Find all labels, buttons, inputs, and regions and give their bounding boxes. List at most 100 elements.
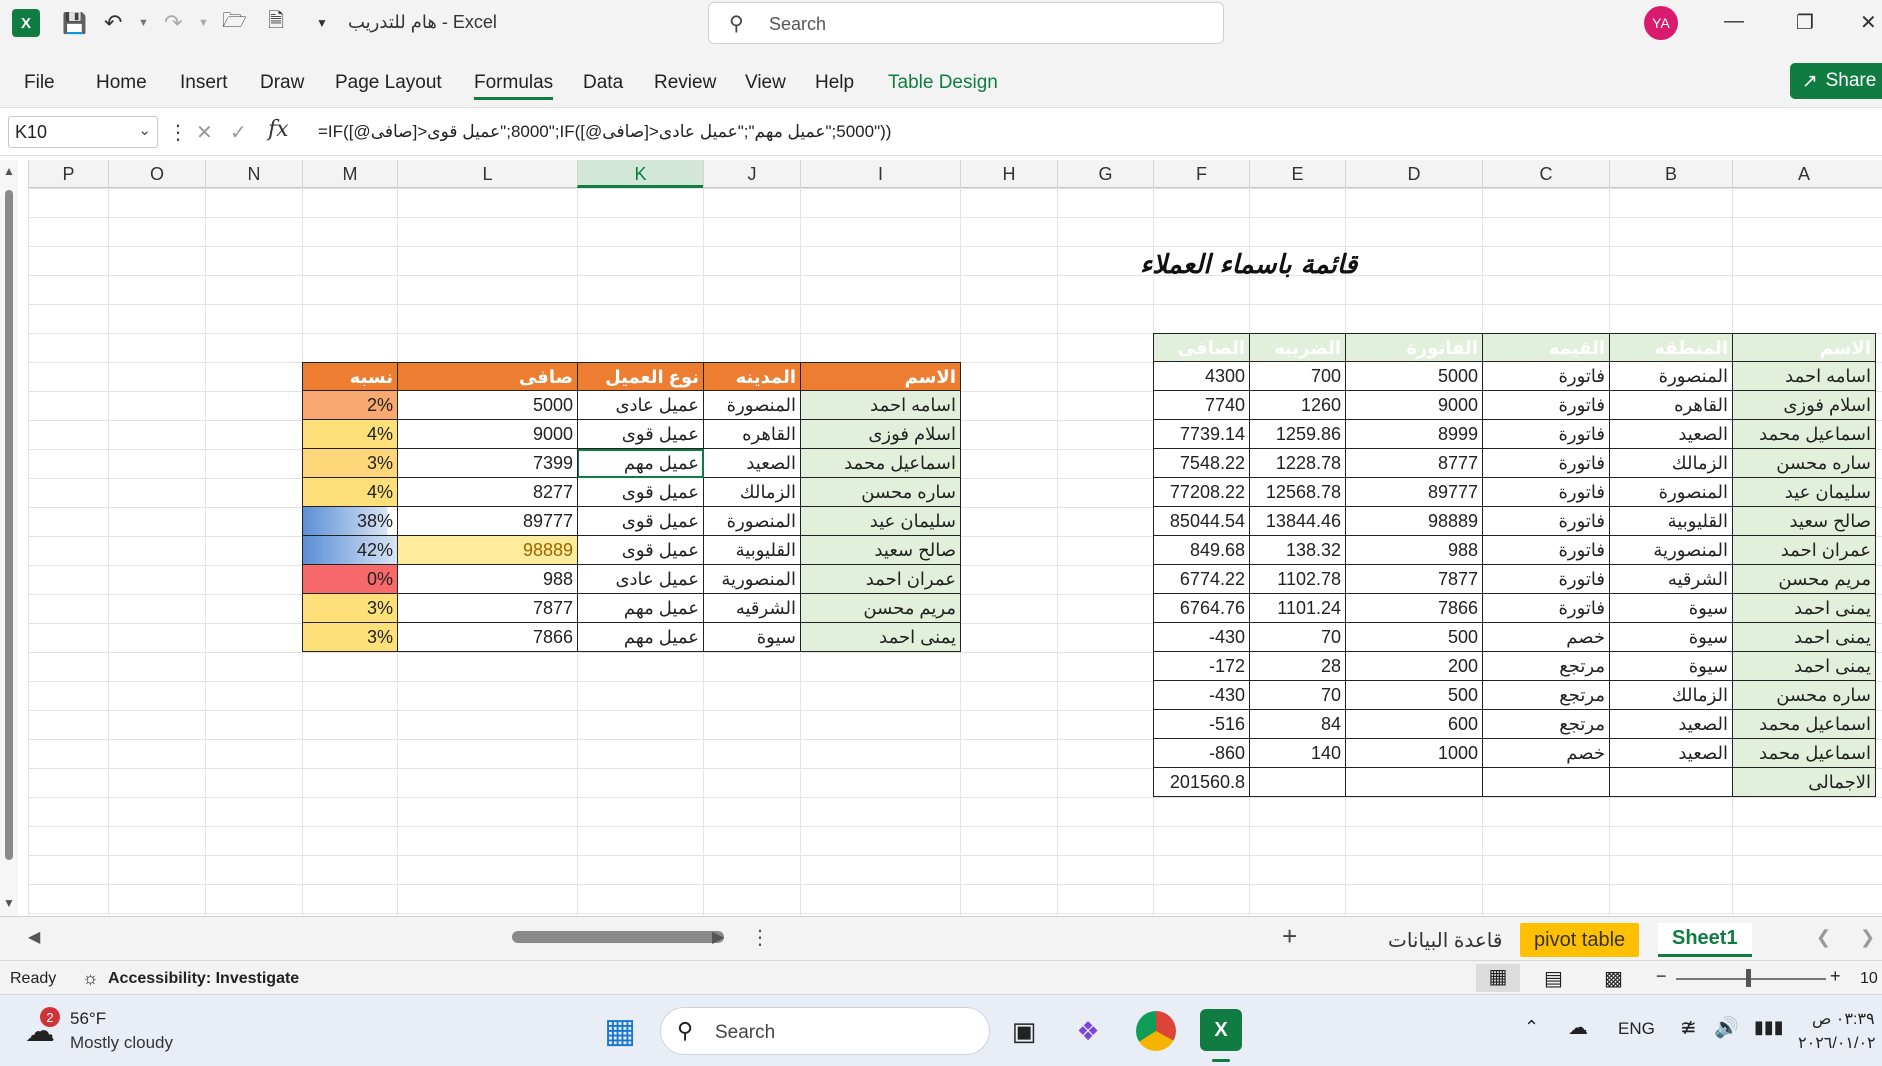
- volume-icon[interactable]: 🔊: [1714, 1015, 1739, 1040]
- undo-icon[interactable]: ↶: [104, 8, 122, 38]
- table-cell[interactable]: يمنى احمد: [1732, 623, 1876, 652]
- table-cell[interactable]: القليوبية: [703, 536, 801, 565]
- tab-home[interactable]: Home: [96, 72, 147, 94]
- tab-file[interactable]: File: [24, 72, 55, 94]
- table-cell[interactable]: 1259.86: [1249, 420, 1346, 449]
- table-cell[interactable]: الشرقيه: [1609, 565, 1733, 594]
- excel-taskbar-icon[interactable]: X: [1200, 1009, 1242, 1051]
- sheet-tab-sheet1[interactable]: Sheet1: [1658, 923, 1752, 957]
- table-cell[interactable]: فاتورة: [1482, 478, 1610, 507]
- redo-icon[interactable]: ↷: [164, 8, 182, 38]
- tab-review[interactable]: Review: [654, 72, 716, 94]
- table-cell[interactable]: عمران احمد: [1732, 536, 1876, 565]
- table-cell[interactable]: 3%: [302, 623, 398, 652]
- tabs-next-icon[interactable]: ❯: [1860, 927, 1875, 948]
- table-cell[interactable]: سليمان عيد: [800, 507, 961, 536]
- table-cell[interactable]: 89777: [1345, 478, 1483, 507]
- zoom-level[interactable]: 10: [1860, 970, 1878, 988]
- column-header-o[interactable]: O: [108, 160, 205, 188]
- share-button[interactable]: ↗ Share: [1790, 63, 1882, 99]
- customer-type-cell[interactable]: عميل عادى: [577, 565, 704, 594]
- table-cell[interactable]: 89777: [397, 507, 578, 536]
- tab-formulas[interactable]: Formulas: [474, 72, 554, 100]
- table-cell[interactable]: فاتورة: [1482, 391, 1610, 420]
- total-cell[interactable]: [1609, 768, 1733, 797]
- column-header-f[interactable]: F: [1153, 160, 1249, 188]
- table-cell[interactable]: عمران احمد: [800, 565, 961, 594]
- scroll-up-icon[interactable]: ▲: [3, 164, 15, 178]
- insert-function-icon[interactable]: fx: [268, 117, 289, 142]
- windows-start-icon[interactable]: ▦: [600, 1011, 640, 1051]
- tab-view[interactable]: View: [745, 72, 786, 94]
- formula-input[interactable]: =IF([@صافى]>8000;"عميل قوى";IF([@صافى]>5…: [318, 122, 891, 142]
- table-cell[interactable]: 4%: [302, 478, 398, 507]
- cancel-icon[interactable]: ✕: [196, 120, 213, 145]
- table-cell[interactable]: فاتورة: [1482, 565, 1610, 594]
- zoom-out-icon[interactable]: −: [1656, 966, 1667, 987]
- table-cell[interactable]: المنصورة: [703, 391, 801, 420]
- table-cell[interactable]: 1260: [1249, 391, 1346, 420]
- task-view-icon[interactable]: ▣: [1004, 1011, 1044, 1051]
- table-cell[interactable]: -430: [1153, 681, 1250, 710]
- battery-icon[interactable]: ▮▮▮: [1754, 1017, 1784, 1038]
- more-tabs-icon[interactable]: ⋮: [750, 925, 770, 950]
- total-cell[interactable]: [1482, 768, 1610, 797]
- table-cell[interactable]: اسلام فوزى: [800, 420, 961, 449]
- tab-page-layout[interactable]: Page Layout: [335, 72, 442, 94]
- column-header-j[interactable]: J: [703, 160, 800, 188]
- table-cell[interactable]: 8277: [397, 478, 578, 507]
- column-header-l[interactable]: L: [397, 160, 577, 188]
- tab-data[interactable]: Data: [583, 72, 623, 94]
- table-cell[interactable]: 2%: [302, 391, 398, 420]
- table-cell[interactable]: 77208.22: [1153, 478, 1250, 507]
- column-header-d[interactable]: D: [1345, 160, 1482, 188]
- clock-time[interactable]: ٠٣:٣٩ ص: [1812, 1009, 1875, 1029]
- total-cell[interactable]: [1249, 768, 1346, 797]
- table-cell[interactable]: 1228.78: [1249, 449, 1346, 478]
- table-cell[interactable]: يمنى احمد: [1732, 594, 1876, 623]
- accessibility-icon[interactable]: ☼: [82, 968, 99, 989]
- scroll-left-icon[interactable]: ◀: [28, 927, 40, 947]
- table-cell[interactable]: ساره محسن: [800, 478, 961, 507]
- table-cell[interactable]: 7739.14: [1153, 420, 1250, 449]
- customer-type-cell[interactable]: عميل مهم: [577, 623, 704, 652]
- column-header-a[interactable]: A: [1732, 160, 1875, 188]
- undo-dropdown-icon[interactable]: ▼: [138, 8, 149, 38]
- table-cell[interactable]: صالح سعيد: [1732, 507, 1876, 536]
- table-cell[interactable]: 38%: [302, 507, 398, 536]
- table-cell[interactable]: المنصورية: [703, 565, 801, 594]
- table-cell[interactable]: خصم: [1482, 739, 1610, 768]
- column-header-b[interactable]: B: [1609, 160, 1732, 188]
- table-cell[interactable]: 6774.22: [1153, 565, 1250, 594]
- avatar[interactable]: YA: [1644, 6, 1678, 40]
- table-header-b[interactable]: المنطقه: [1609, 333, 1733, 362]
- table-cell[interactable]: 4%: [302, 420, 398, 449]
- zoom-in-icon[interactable]: +: [1830, 966, 1841, 987]
- table-cell[interactable]: سيوة: [703, 623, 801, 652]
- tab-help[interactable]: Help: [815, 72, 854, 94]
- restore-icon[interactable]: ❐: [1796, 10, 1814, 35]
- table-cell[interactable]: الصعيد: [703, 449, 801, 478]
- table-cell[interactable]: 7548.22: [1153, 449, 1250, 478]
- table-cell[interactable]: 85044.54: [1153, 507, 1250, 536]
- column-header-p[interactable]: P: [28, 160, 108, 188]
- table-cell[interactable]: 200: [1345, 652, 1483, 681]
- table-cell[interactable]: -516: [1153, 710, 1250, 739]
- total-value[interactable]: 201560.8: [1153, 768, 1250, 797]
- weather-temp[interactable]: 56°F: [70, 1009, 106, 1029]
- table-cell[interactable]: 3%: [302, 449, 398, 478]
- table-cell[interactable]: مرتجع: [1482, 710, 1610, 739]
- accessibility-status[interactable]: Accessibility: Investigate: [108, 970, 299, 988]
- table-cell[interactable]: اسماعيل محمد: [1732, 420, 1876, 449]
- zoom-slider[interactable]: [1676, 978, 1826, 980]
- copilot-icon[interactable]: ❖: [1068, 1011, 1108, 1051]
- table-cell[interactable]: المنصورية: [1609, 536, 1733, 565]
- table-cell[interactable]: 9000: [397, 420, 578, 449]
- table-cell[interactable]: 70: [1249, 681, 1346, 710]
- total-label[interactable]: الاجمالى: [1732, 768, 1876, 797]
- table-cell[interactable]: خصم: [1482, 623, 1610, 652]
- table-cell[interactable]: مرتجع: [1482, 652, 1610, 681]
- table-cell[interactable]: سيوة: [1609, 594, 1733, 623]
- table-cell[interactable]: فاتورة: [1482, 594, 1610, 623]
- chevron-down-icon[interactable]: ⌄: [138, 121, 151, 139]
